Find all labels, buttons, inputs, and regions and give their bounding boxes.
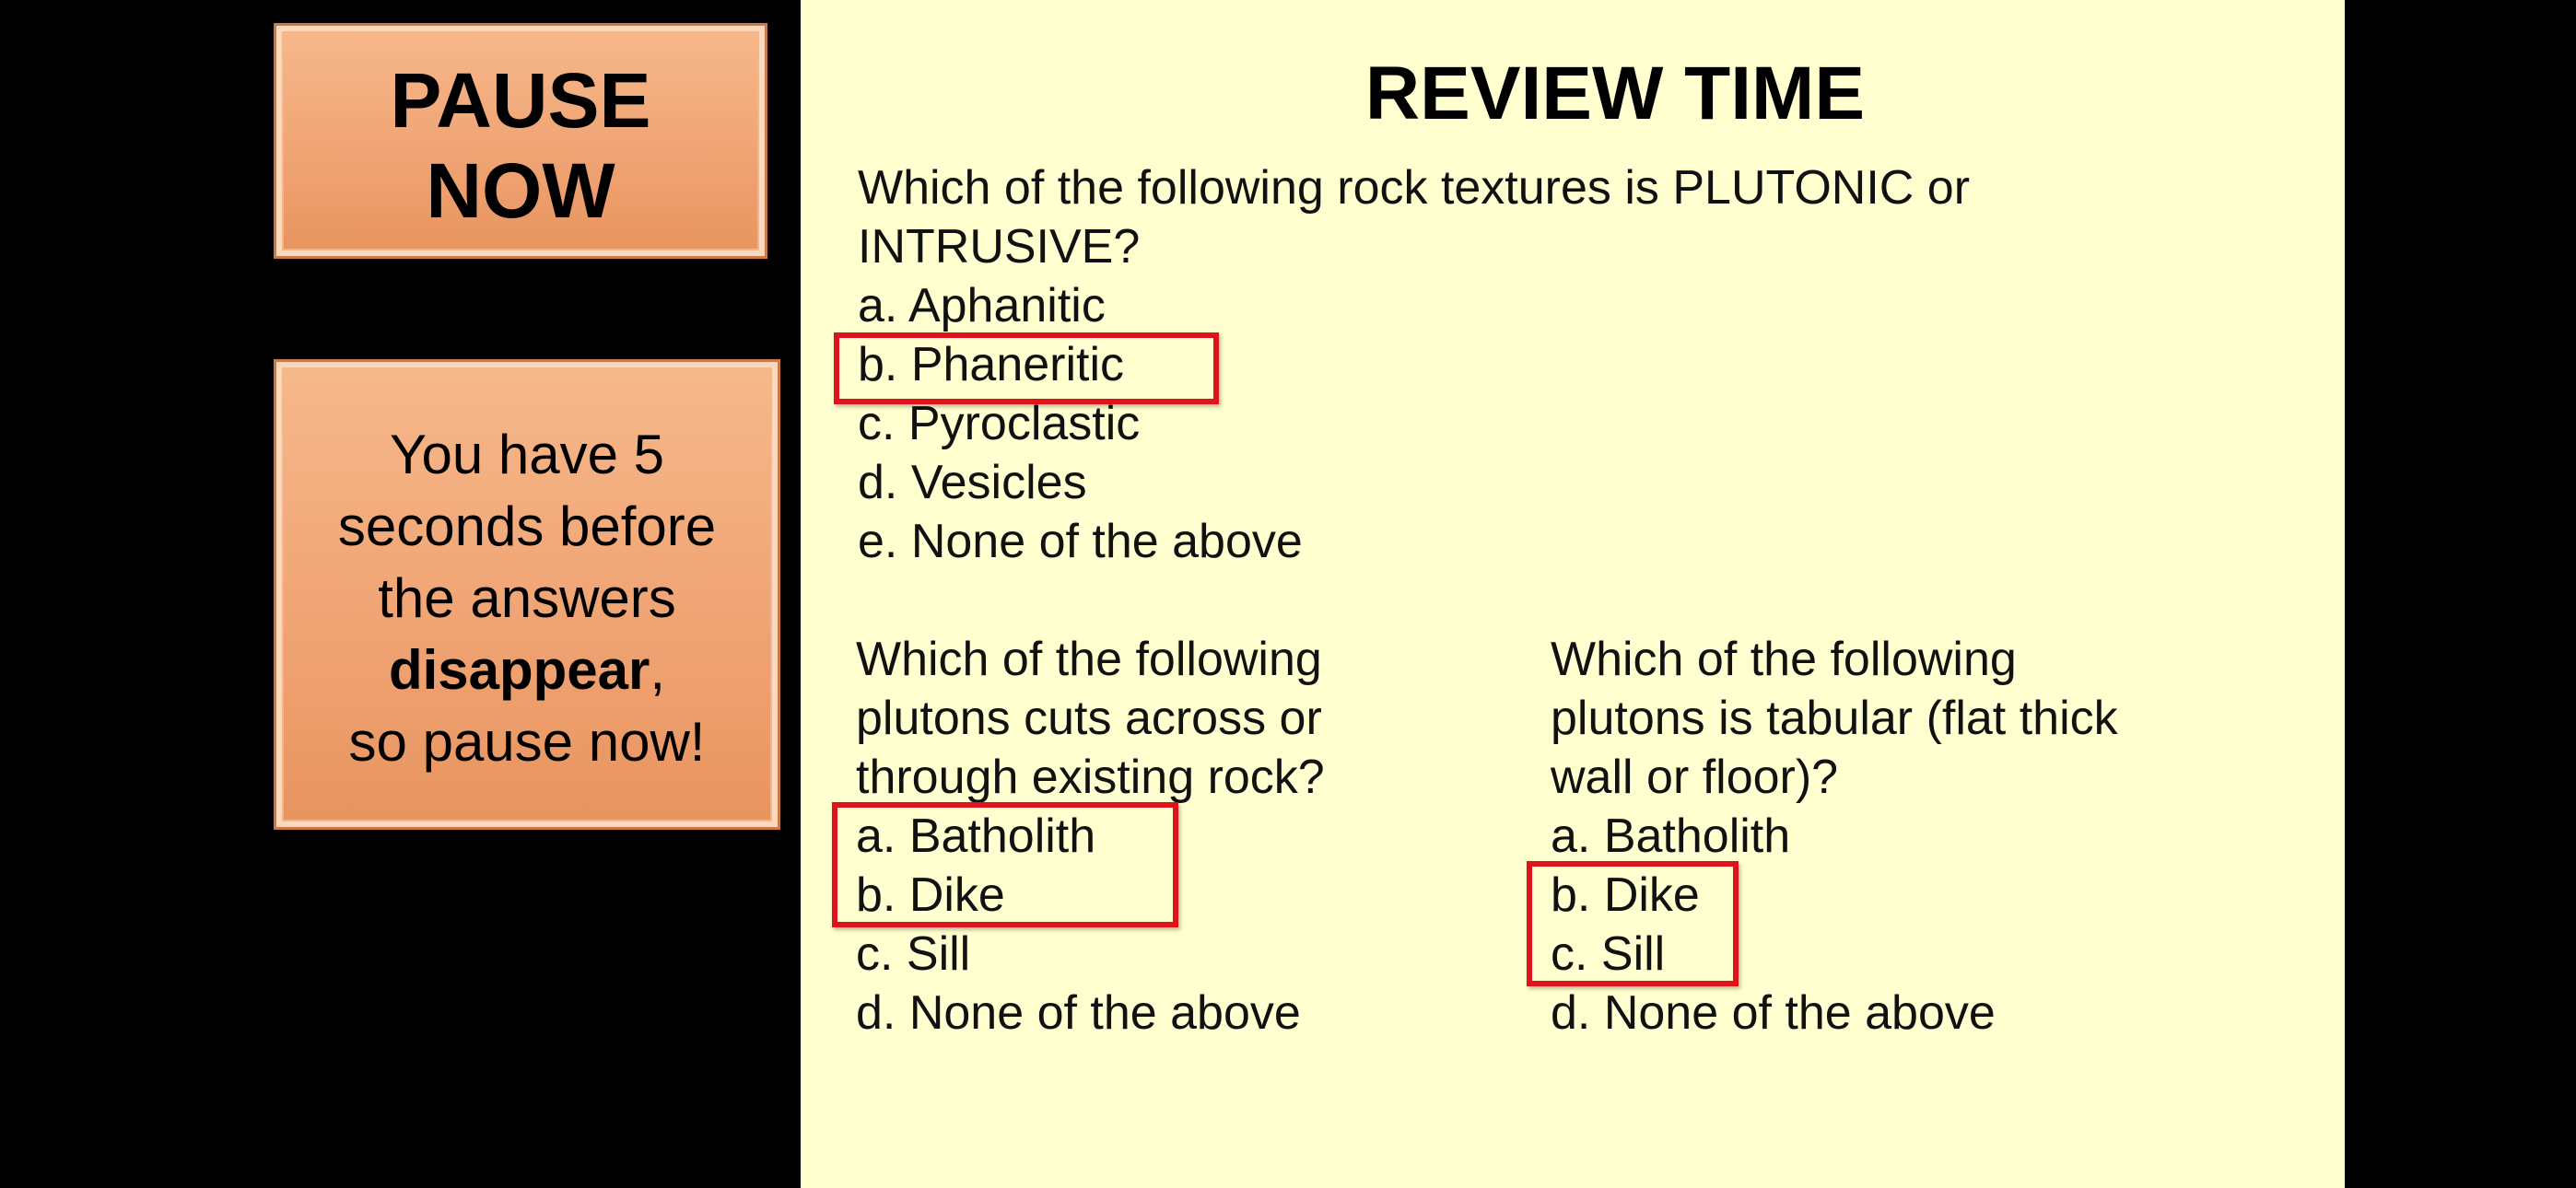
pause-instructions-box: You have 5 seconds before the answers di… xyxy=(276,362,778,827)
question-1-prompt-line: Which of the following rock textures is … xyxy=(858,161,1971,215)
pause-line-2: NOW xyxy=(426,147,615,234)
question-3-prompt-line: wall or floor)? xyxy=(1551,751,1839,804)
info-line-5: so pause now! xyxy=(348,711,706,773)
answer-highlight-box-question-3 xyxy=(1527,861,1739,986)
question-2-prompt-line: Which of the following xyxy=(856,633,1322,686)
question-3-option-a: a. Batholith xyxy=(1551,809,1791,863)
info-line-4-bold: disappear xyxy=(388,639,650,701)
answer-highlight-box-question-1 xyxy=(834,332,1219,404)
info-line-4: disappear, xyxy=(282,635,772,706)
pause-instructions-text: You have 5 seconds before the answers di… xyxy=(282,419,772,778)
question-1-option-d: d. Vesicles xyxy=(858,456,1087,509)
pause-now-box: PAUSE NOW xyxy=(276,26,765,256)
question-3-prompt-line: Which of the following xyxy=(1551,633,2017,686)
question-1-prompt-line: INTRUSIVE? xyxy=(858,220,1141,274)
answer-highlight-box-question-2 xyxy=(832,802,1178,927)
question-3-prompt-line: plutons is tabular (flat thick xyxy=(1551,692,2118,745)
question-2-prompt-line: plutons cuts across or xyxy=(856,692,1322,745)
pause-line-1: PAUSE xyxy=(390,57,651,144)
question-2-option-c: c. Sill xyxy=(856,927,971,981)
video-frame: PAUSE NOW You have 5 seconds before the … xyxy=(0,0,2576,1188)
question-2-prompt-line: through existing rock? xyxy=(856,751,1325,804)
info-line-2: seconds before xyxy=(337,495,717,557)
info-line-4-rest: , xyxy=(650,639,666,701)
question-3-option-d: d. None of the above xyxy=(1551,986,1996,1040)
question-2-option-d: d. None of the above xyxy=(856,986,1301,1040)
review-slide: REVIEW TIME Which of the following rock … xyxy=(801,0,2345,1188)
slide-title: REVIEW TIME xyxy=(1364,52,1866,135)
info-line-1: You have 5 xyxy=(389,424,665,485)
question-1-option-e: e. None of the above xyxy=(858,515,1303,568)
info-line-3: the answers xyxy=(378,567,676,629)
question-1-option-a: a. Aphanitic xyxy=(858,279,1106,332)
pause-now-text: PAUSE NOW xyxy=(282,55,759,236)
